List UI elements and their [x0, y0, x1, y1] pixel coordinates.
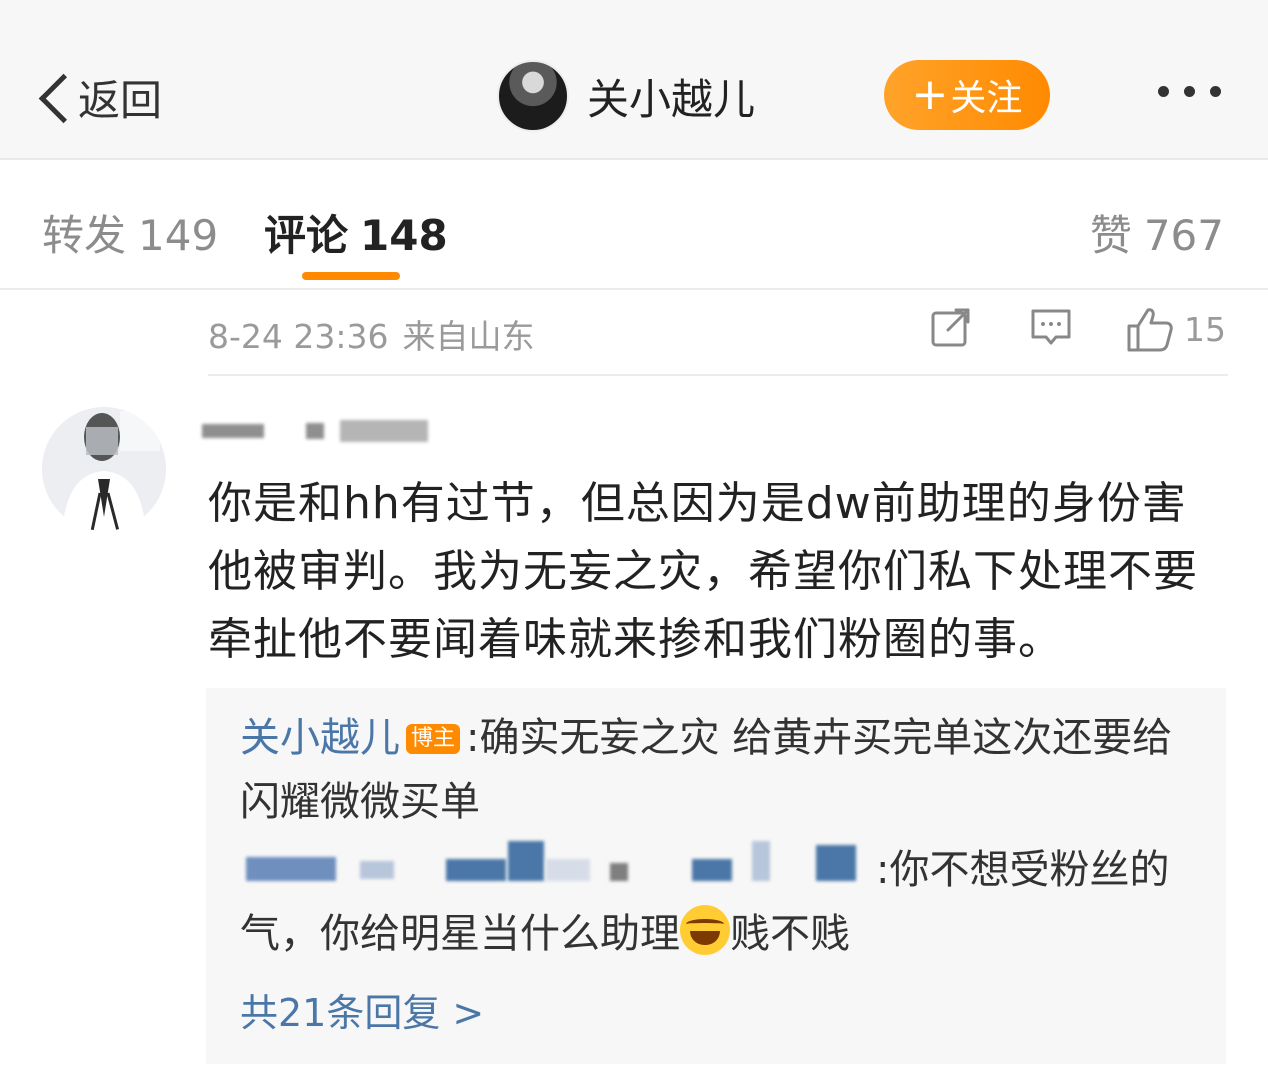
active-tab-indicator	[302, 272, 400, 280]
follow-label: 关注	[950, 78, 1023, 119]
redaction-block	[340, 420, 428, 442]
redaction-block	[246, 857, 336, 881]
redaction-block	[692, 859, 732, 881]
tab-likes[interactable]: 赞 767	[1090, 202, 1224, 263]
timestamp-text: 8-24 23:36	[208, 317, 389, 356]
laugh-cry-emoji-icon	[680, 905, 730, 955]
like-count: 15	[1184, 309, 1226, 349]
post-meta-row: 8-24 23:36 来自山东 15	[208, 300, 1228, 376]
post-source: 来自山东	[402, 317, 535, 356]
commenter-avatar[interactable]	[42, 407, 166, 531]
like-thumb-icon	[1127, 308, 1173, 352]
reply-author-redacted[interactable]	[240, 841, 876, 891]
back-button[interactable]: 返回	[32, 62, 162, 132]
author-header[interactable]: 关小越儿	[497, 60, 755, 132]
comment-text: 你是和hh有过节，但总因为是dw前助理的身份害他被审判。我为无妄之灾，希望你们私…	[208, 478, 1198, 665]
post-tabs: 转发 149 评论 148 赞 767	[0, 162, 1268, 290]
more-options-button[interactable]	[1158, 86, 1221, 97]
like-button[interactable]: 15	[1126, 306, 1226, 352]
more-dot-icon	[1210, 86, 1221, 97]
back-chevron-icon	[32, 67, 70, 127]
redaction-block	[816, 845, 856, 881]
tab-comments-label: 评论	[264, 211, 349, 260]
redaction-block	[546, 859, 590, 881]
redaction-block	[508, 841, 544, 881]
tab-likes-label: 赞	[1089, 211, 1132, 260]
blogger-badge: 博主	[406, 724, 461, 754]
tab-comments-count: 148	[360, 211, 448, 260]
reply-author[interactable]: 关小越儿	[240, 715, 400, 761]
reply-item[interactable]: 关小越儿 博主:确实无妄之灾 给黄卉买完单这次还要给闪耀微微买单	[240, 706, 1200, 834]
post-timestamp: 8-24 23:36 来自山东	[208, 310, 535, 358]
redaction-block	[610, 863, 628, 881]
tab-repost[interactable]: 转发 149	[42, 202, 218, 263]
redaction-block	[446, 859, 506, 881]
reply-text-tail: 贱不贱	[730, 911, 850, 957]
back-label: 返回	[78, 75, 163, 125]
redaction-block	[360, 861, 394, 879]
view-more-replies-link[interactable]: 共21条回复 >	[240, 982, 484, 1037]
tab-repost-count: 149	[138, 211, 219, 260]
plus-icon: +	[911, 69, 949, 120]
comment-icon[interactable]	[1030, 306, 1072, 348]
more-dot-icon	[1184, 86, 1195, 97]
redaction-block	[202, 424, 264, 438]
tab-repost-label: 转发	[42, 211, 127, 260]
follow-button[interactable]: + 关注	[884, 60, 1050, 130]
tab-likes-count: 767	[1143, 211, 1224, 260]
replies-box: 关小越儿 博主:确实无妄之灾 给黄卉买完单这次还要给闪耀微微买单 :你不想受粉丝的…	[206, 688, 1226, 1064]
redaction-block	[306, 423, 324, 439]
author-name[interactable]: 关小越儿	[587, 66, 755, 127]
reply-item[interactable]: :你不想受粉丝的气，你给明星当什么助理 贱不贱	[240, 838, 1200, 966]
tab-comments[interactable]: 评论 148	[264, 202, 448, 263]
author-avatar[interactable]	[497, 60, 569, 132]
commenter-name-redacted[interactable]	[202, 420, 428, 442]
redaction-block	[752, 841, 770, 881]
top-nav-bar: 返回 关小越儿 + 关注	[0, 0, 1268, 160]
share-icon[interactable]	[930, 306, 972, 348]
avatar-image	[42, 407, 166, 531]
more-dot-icon	[1158, 86, 1169, 97]
